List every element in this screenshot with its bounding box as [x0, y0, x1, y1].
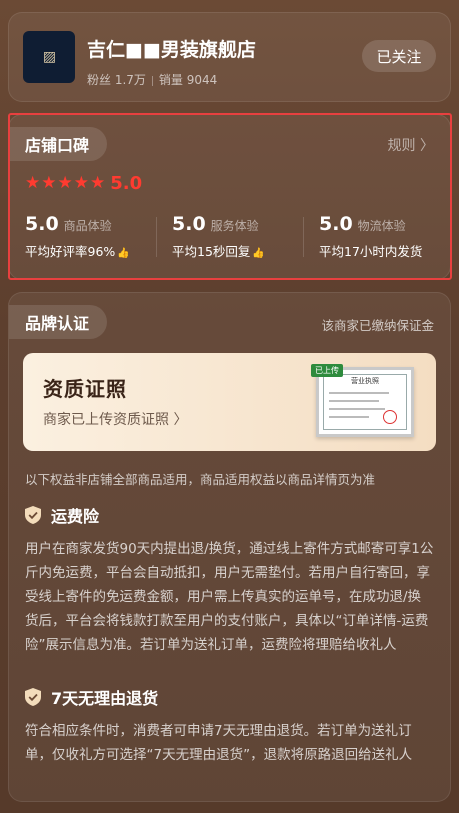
- star-icon: ★: [57, 173, 73, 193]
- shop-name[interactable]: 吉仁■■男装旗舰店: [87, 35, 256, 62]
- sales-count: 销量 9044: [158, 73, 218, 87]
- shield-check-icon: [25, 506, 41, 524]
- metric-product[interactable]: 5.0 商品体验 平均好评率96% 👍: [9, 213, 156, 267]
- license-title: 营业执照: [351, 377, 379, 385]
- cert-banner[interactable]: 资质证照 商家已上传资质证照 〉 已上传 营业执照: [23, 353, 436, 451]
- star-icon: ★: [90, 173, 106, 193]
- business-license-image[interactable]: 已上传 营业执照: [311, 364, 414, 437]
- reputation-title: 店铺口碑: [9, 127, 108, 161]
- star-icon: ★: [73, 173, 89, 193]
- metric-desc: 平均好评率96%: [25, 244, 116, 259]
- license-text-line: [329, 392, 389, 394]
- overall-score: 5.0: [110, 173, 143, 194]
- license-text-line: [329, 416, 369, 418]
- thumbs-up-icon: 👍: [252, 248, 265, 259]
- shop-header: ▨ 吉仁■■男装旗舰店 粉丝 1.7万 销量 9044 已关注: [8, 12, 451, 102]
- shield-check-icon: [25, 688, 41, 706]
- guarantee-body: 用户在商家发货90天内提出退/换货，通过线上寄件方式邮寄可享1公斤内免运费，平台…: [25, 541, 434, 653]
- license-text-line: [329, 408, 385, 410]
- followers-count: 粉丝 1.7万: [87, 73, 146, 87]
- metrics-row: 5.0 商品体验 平均好评率96% 👍 5.0 服务体验 平均15秒回复 👍 5.0…: [9, 213, 450, 267]
- scope-note: 以下权益非店铺全部商品适用，商品适用权益以商品详情页为准: [25, 472, 376, 487]
- brand-title: 品牌认证: [9, 305, 108, 339]
- guarantee-shipping-insurance: 运费险 用户在商家发货90天内提出退/换货，通过线上寄件方式邮寄可享1公斤内免运…: [25, 503, 434, 657]
- metric-service[interactable]: 5.0 服务体验 平均15秒回复 👍: [156, 213, 303, 267]
- star-rating: ★ ★ ★ ★ ★ 5.0: [25, 173, 142, 194]
- logo-mark-icon: ▨: [42, 49, 56, 65]
- metric-desc: 平均15秒回复: [172, 244, 251, 259]
- thumbs-up-icon: 👍: [117, 248, 130, 259]
- rules-link[interactable]: 规则 〉: [388, 135, 434, 155]
- deposit-note: 该商家已缴纳保证金: [321, 318, 434, 333]
- star-icon: ★: [25, 173, 41, 193]
- metric-desc: 平均17小时内发货: [319, 244, 423, 259]
- guarantee-body: 符合相应条件时，消费者可申请7天无理由退货。若订单为送礼订单，仅收礼方可选择“7…: [25, 723, 413, 763]
- metric-value: 5.0: [25, 213, 59, 235]
- guarantee-title: 运费险: [51, 507, 100, 526]
- guarantee-title: 7天无理由退货: [51, 689, 159, 708]
- star-icon: ★: [41, 173, 57, 193]
- shop-logo[interactable]: ▨: [23, 31, 75, 83]
- follow-button[interactable]: 已关注: [362, 40, 436, 72]
- reputation-card: 店铺口碑 规则 〉 ★ ★ ★ ★ ★ 5.0 5.0 商品体验 平均好评率96…: [8, 114, 451, 280]
- meta-divider: [151, 75, 153, 86]
- guarantee-7day-return: 7天无理由退货 符合相应条件时，消费者可申请7天无理由退货。若订单为送礼订单，仅…: [25, 685, 434, 767]
- metric-name: 商品体验: [63, 219, 112, 233]
- red-seal-icon: [383, 410, 397, 424]
- cert-title: 资质证照: [43, 377, 127, 401]
- cert-subtitle: 商家已上传资质证照 〉: [43, 412, 188, 428]
- metric-name: 物流体验: [357, 219, 406, 233]
- metric-value: 5.0: [319, 213, 353, 235]
- metric-logistics[interactable]: 5.0 物流体验 平均17小时内发货: [303, 213, 450, 267]
- shop-meta: 粉丝 1.7万 销量 9044: [87, 71, 217, 88]
- metric-value: 5.0: [172, 213, 206, 235]
- license-text-line: [329, 400, 379, 402]
- metric-name: 服务体验: [210, 219, 259, 233]
- brand-cert-card: 品牌认证 该商家已缴纳保证金 资质证照 商家已上传资质证照 〉 已上传 营业执照…: [8, 292, 451, 802]
